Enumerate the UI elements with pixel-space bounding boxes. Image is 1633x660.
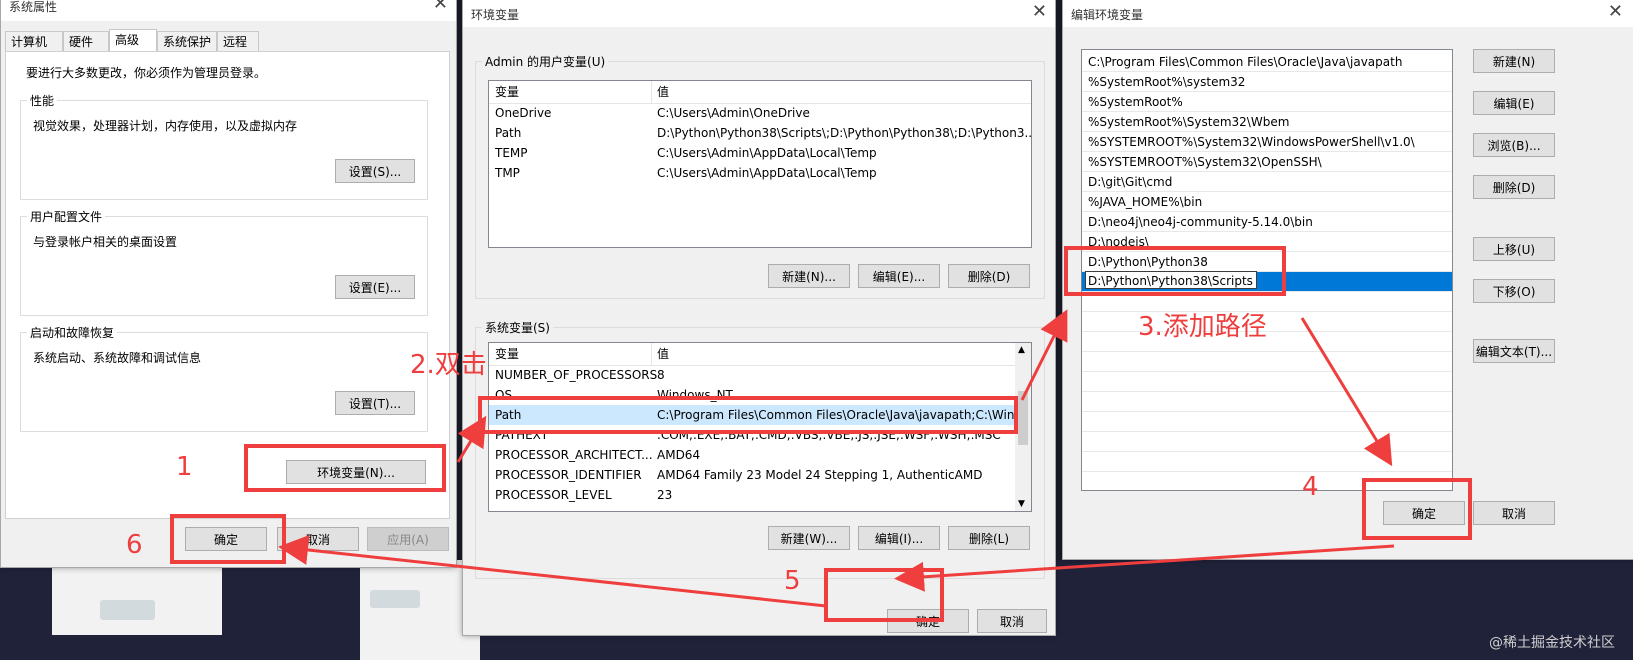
annotation-arrows (278, 309, 1395, 608)
arrow-4-to-5 (894, 544, 1395, 592)
arrow-2-to-3 (1020, 309, 1068, 401)
arrow-5-to-6 (278, 535, 827, 608)
arrow-1-to-2 (456, 415, 487, 463)
arrow-3-to-4 (1300, 317, 1393, 467)
